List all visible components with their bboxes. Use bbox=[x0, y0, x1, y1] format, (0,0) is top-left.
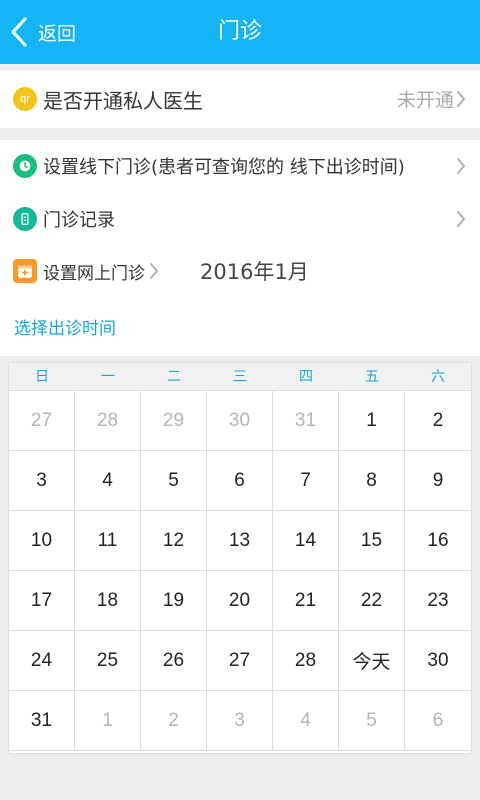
calendar-day[interactable]: 16 bbox=[405, 511, 471, 571]
calendar-day-other-month[interactable]: 6 bbox=[405, 691, 471, 751]
weekday-label: 日 bbox=[35, 369, 49, 385]
calendar: 日一二三四五六 27 28 29 30 31 1 2 3 4 5 6 7 8 9 10 11 12 13 14 15 1… bbox=[8, 362, 472, 754]
page-title: 门诊 bbox=[217, 19, 262, 44]
clinic-records-row[interactable]: 门诊记录 bbox=[0, 192, 480, 246]
calendar-day[interactable]: 3 bbox=[9, 451, 75, 511]
private-doctor-icon: qr bbox=[13, 87, 37, 111]
calendar-day-other-month[interactable]: 30 bbox=[207, 391, 273, 451]
private-doctor-label: 是否开通私人医生 bbox=[43, 88, 203, 113]
online-clinic-label: 设置网上门诊 bbox=[43, 263, 145, 284]
calendar-day[interactable]: 30 bbox=[405, 631, 471, 691]
weekday-label: 二 bbox=[167, 369, 181, 385]
calendar-day[interactable]: 2 bbox=[405, 391, 471, 451]
calendar-day[interactable]: 6 bbox=[207, 451, 273, 511]
weekday-label: 六 bbox=[431, 369, 445, 385]
calendar-day-other-month[interactable]: 4 bbox=[273, 691, 339, 751]
private-doctor-row[interactable]: qr 是否开通私人医生 未开通 bbox=[0, 70, 480, 128]
calendar-grid: 27 28 29 30 31 1 2 3 4 5 6 7 8 9 10 11 12 13 14 15 16 17 18 19 2… bbox=[9, 391, 471, 751]
calendar-day[interactable]: 14 bbox=[273, 511, 339, 571]
calendar-day[interactable]: 22 bbox=[339, 571, 405, 631]
calendar-day[interactable]: 21 bbox=[273, 571, 339, 631]
calendar-day-other-month[interactable]: 28 bbox=[75, 391, 141, 451]
clock-icon bbox=[13, 154, 37, 178]
calendar-icon bbox=[13, 259, 37, 283]
calendar-day-other-month[interactable]: 5 bbox=[339, 691, 405, 751]
online-clinic-row[interactable]: 设置网上门诊 2016年1月 bbox=[0, 246, 480, 296]
calendar-day[interactable]: 10 bbox=[9, 511, 75, 571]
calendar-day-other-month[interactable]: 1 bbox=[75, 691, 141, 751]
calendar-day-other-month[interactable]: 27 bbox=[9, 391, 75, 451]
chevron-right-icon bbox=[457, 211, 466, 227]
calendar-day[interactable]: 27 bbox=[207, 631, 273, 691]
calendar-day[interactable]: 11 bbox=[75, 511, 141, 571]
calendar-day-other-month[interactable]: 29 bbox=[141, 391, 207, 451]
calendar-day[interactable]: 19 bbox=[141, 571, 207, 631]
calendar-day[interactable]: 26 bbox=[141, 631, 207, 691]
chevron-right-icon bbox=[457, 91, 466, 107]
calendar-day[interactable]: 13 bbox=[207, 511, 273, 571]
calendar-day-other-month[interactable]: 2 bbox=[141, 691, 207, 751]
offline-clinic-row[interactable]: 设置线下门诊(患者可查询您的 线下出诊时间) bbox=[0, 140, 480, 192]
offline-clinic-label: 设置线下门诊(患者可查询您的 线下出诊时间) bbox=[43, 157, 405, 178]
calendar-day-other-month[interactable]: 31 bbox=[273, 391, 339, 451]
calendar-day[interactable]: 4 bbox=[75, 451, 141, 511]
calendar-day[interactable]: 24 bbox=[9, 631, 75, 691]
select-time-label: 选择出诊时间 bbox=[14, 318, 116, 339]
calendar-day[interactable]: 25 bbox=[75, 631, 141, 691]
calendar-day-other-month[interactable]: 3 bbox=[207, 691, 273, 751]
calendar-day[interactable]: 1 bbox=[339, 391, 405, 451]
app-header: 返回 门诊 bbox=[0, 0, 480, 64]
private-doctor-status: 未开通 bbox=[396, 89, 454, 112]
current-month: 2016年1月 bbox=[200, 260, 309, 284]
calendar-day[interactable]: 20 bbox=[207, 571, 273, 631]
calendar-day[interactable]: 18 bbox=[75, 571, 141, 631]
select-time-row: 选择出诊时间 bbox=[0, 296, 480, 356]
chevron-right-icon bbox=[457, 158, 466, 174]
calendar-day[interactable]: 5 bbox=[141, 451, 207, 511]
calendar-day[interactable]: 23 bbox=[405, 571, 471, 631]
calendar-day[interactable]: 31 bbox=[9, 691, 75, 751]
weekday-label: 五 bbox=[365, 369, 379, 385]
calendar-day[interactable]: 12 bbox=[141, 511, 207, 571]
records-icon bbox=[13, 207, 37, 231]
weekday-label: 四 bbox=[299, 369, 313, 385]
weekday-label: 一 bbox=[101, 369, 115, 385]
clinic-records-label: 门诊记录 bbox=[43, 210, 115, 231]
calendar-day[interactable]: 15 bbox=[339, 511, 405, 571]
calendar-day[interactable]: 9 bbox=[405, 451, 471, 511]
calendar-day[interactable]: 今天 bbox=[339, 631, 405, 691]
calendar-day[interactable]: 7 bbox=[273, 451, 339, 511]
weekday-header: 日一二三四五六 bbox=[9, 363, 471, 391]
calendar-day[interactable]: 8 bbox=[339, 451, 405, 511]
weekday-label: 三 bbox=[233, 369, 247, 385]
calendar-day[interactable]: 28 bbox=[273, 631, 339, 691]
calendar-day[interactable]: 17 bbox=[9, 571, 75, 631]
chevron-right-icon bbox=[150, 263, 158, 279]
